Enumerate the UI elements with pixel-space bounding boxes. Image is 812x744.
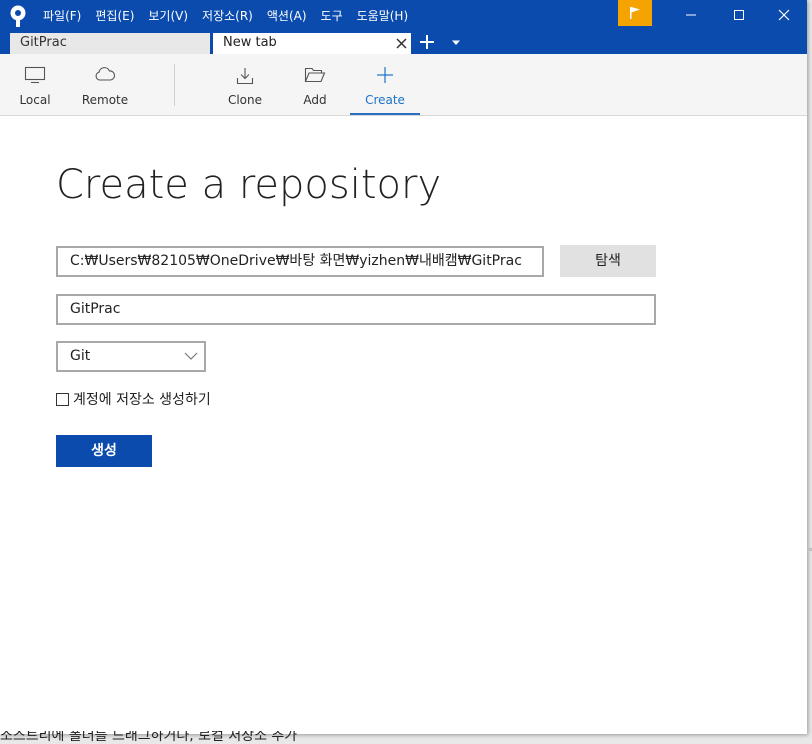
- remote-label: Remote: [81, 93, 129, 107]
- remote-button[interactable]: Remote: [78, 54, 132, 115]
- destination-path-input[interactable]: C:₩Users₩82105₩OneDrive₩바탕 화면₩yizhen₩내배캠…: [56, 246, 544, 277]
- plus-icon: [377, 67, 393, 83]
- chevron-down-icon[interactable]: [451, 39, 461, 47]
- sourcetree-logo-icon[interactable]: [9, 5, 27, 27]
- app-window: 파일(F) 편집(E) 보기(V) 저장소(R) 액션(A) 도구 도움말(H): [0, 0, 807, 734]
- create-label: Create: [365, 93, 405, 107]
- checkbox-label: 계정에 저장소 생성하기: [73, 392, 211, 408]
- menu-edit[interactable]: 편집(E): [88, 7, 141, 24]
- background-scroll-mark: [807, 548, 812, 551]
- clone-button[interactable]: Clone: [218, 54, 272, 115]
- create-on-account-checkbox[interactable]: [56, 392, 69, 406]
- toolbar-divider: [174, 64, 175, 106]
- background-hint-text: 소스트리에 폴더를 드래그하거나, 로컬 저장소 추가: [0, 731, 298, 744]
- maximize-button[interactable]: [716, 0, 762, 30]
- menu-file[interactable]: 파일(F): [36, 7, 88, 24]
- tab-label: New tab: [223, 35, 277, 50]
- maximize-icon: [734, 10, 744, 20]
- create-on-account-option[interactable]: 계정에 저장소 생성하기: [56, 390, 211, 408]
- page-title: Create a repository: [56, 162, 442, 208]
- menu-help[interactable]: 도움말(H): [350, 7, 416, 24]
- browse-button[interactable]: 탐색: [560, 245, 656, 277]
- tab-new-tab[interactable]: New tab: [213, 33, 411, 54]
- monitor-icon: [24, 66, 46, 84]
- select-value: Git: [70, 348, 91, 364]
- close-icon[interactable]: [395, 37, 408, 50]
- cloud-icon: [95, 67, 116, 81]
- folder-open-icon: [304, 67, 326, 83]
- plus-icon[interactable]: [418, 33, 436, 51]
- repository-type-select[interactable]: Git: [56, 341, 206, 372]
- menu-tools[interactable]: 도구: [314, 7, 350, 24]
- close-icon: [778, 9, 790, 21]
- local-button[interactable]: Local: [8, 54, 62, 115]
- create-tab-button[interactable]: Create: [350, 54, 420, 115]
- download-icon: [236, 68, 254, 85]
- chevron-down-icon: [184, 352, 198, 360]
- notification-flag-button[interactable]: [618, 0, 652, 26]
- repository-name-input[interactable]: GitPrac: [56, 294, 656, 325]
- minimize-button[interactable]: [668, 0, 714, 30]
- create-button[interactable]: 생성: [56, 435, 152, 467]
- toolbar: Local Remote Clone Add Create: [0, 54, 807, 116]
- menu-actions[interactable]: 액션(A): [260, 7, 314, 24]
- menu-repository[interactable]: 저장소(R): [195, 7, 260, 24]
- window-close-button[interactable]: [761, 0, 807, 30]
- add-label: Add: [303, 93, 327, 107]
- add-button[interactable]: Add: [289, 54, 341, 115]
- tab-label: GitPrac: [20, 35, 67, 50]
- tab-bar: GitPrac New tab: [0, 30, 807, 54]
- minimize-icon: [686, 14, 696, 16]
- menu-view[interactable]: 보기(V): [141, 7, 195, 24]
- title-bar: 파일(F) 편집(E) 보기(V) 저장소(R) 액션(A) 도구 도움말(H): [0, 0, 807, 30]
- tab-gitprac[interactable]: GitPrac: [10, 33, 210, 54]
- menu-bar: 파일(F) 편집(E) 보기(V) 저장소(R) 액션(A) 도구 도움말(H): [36, 0, 415, 30]
- local-label: Local: [19, 93, 51, 107]
- flag-icon: [630, 7, 640, 19]
- clone-label: Clone: [227, 93, 263, 107]
